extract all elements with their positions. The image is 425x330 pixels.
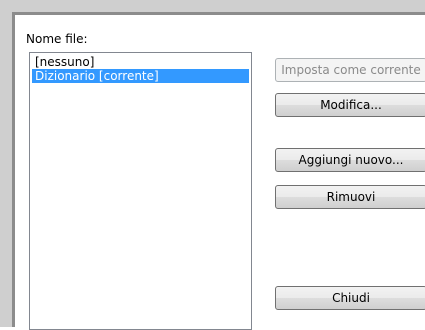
set-current-button[interactable]: Imposta come corrente (275, 58, 425, 82)
list-item-none[interactable]: [nessuno] (32, 55, 249, 69)
window-frame-left (0, 0, 12, 327)
file-name-label: Nome file: (26, 32, 88, 46)
remove-button[interactable]: Rimuovi (275, 185, 425, 209)
edit-button[interactable]: Modifica... (275, 93, 425, 117)
list-item-dictionary[interactable]: Dizionario [corrente] (32, 69, 249, 83)
add-new-button[interactable]: Aggiungi nuovo... (275, 148, 425, 172)
window-frame-top (0, 0, 425, 12)
dictionary-dialog: Nome file: [nessuno] Dizionario [corrent… (15, 15, 425, 330)
close-button[interactable]: Chiudi (275, 286, 425, 310)
file-listbox[interactable]: [nessuno] Dizionario [corrente] (29, 52, 252, 330)
